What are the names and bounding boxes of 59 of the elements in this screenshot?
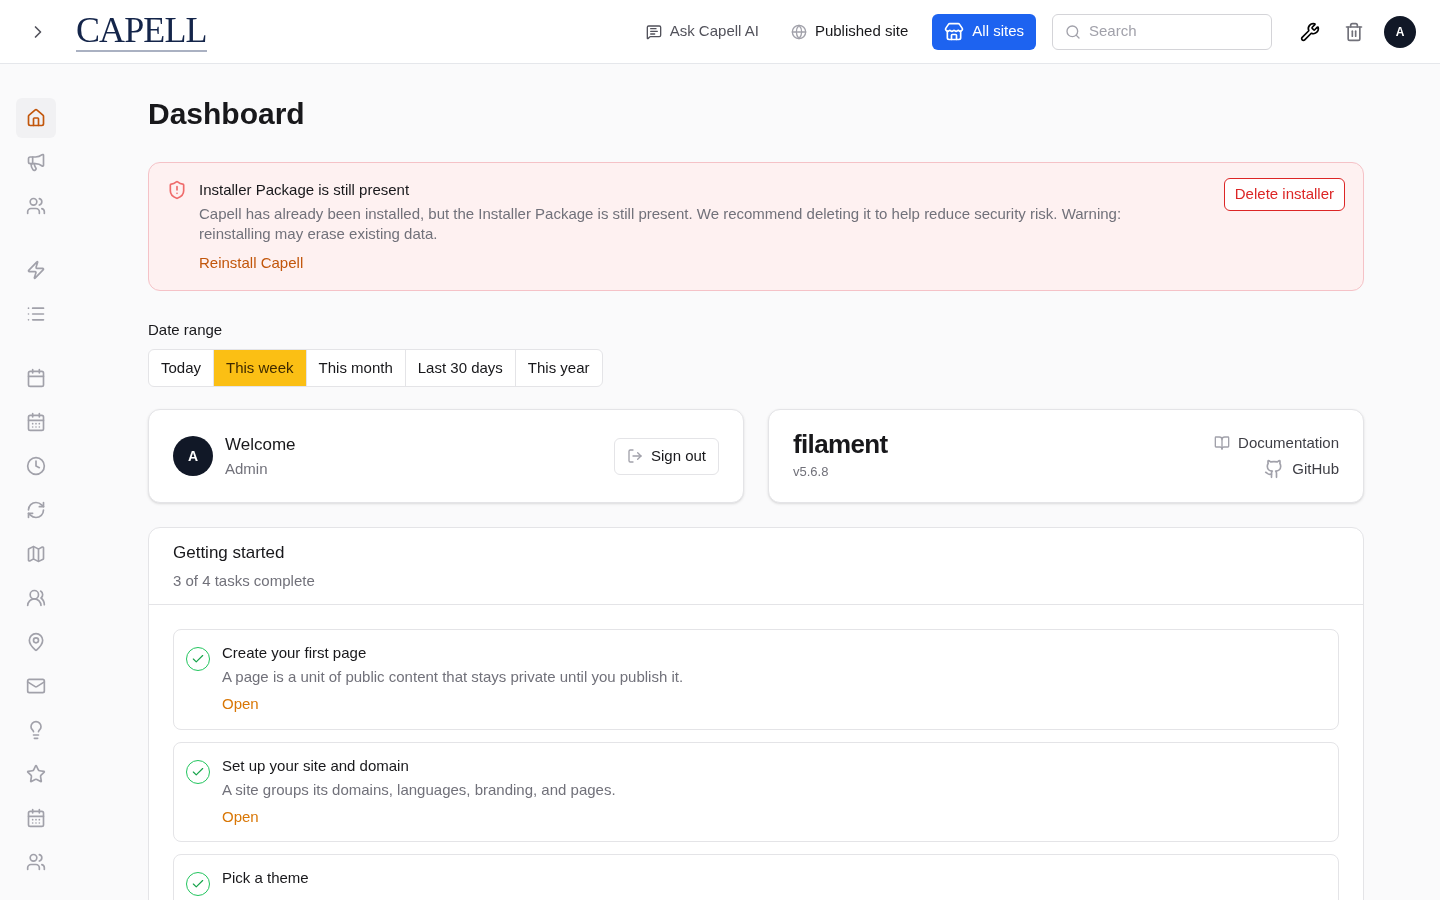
all-sites-button[interactable]: All sites bbox=[932, 13, 1036, 50]
megaphone-icon bbox=[26, 152, 46, 172]
calendar-grid-icon bbox=[26, 412, 46, 432]
task-title: Create your first page bbox=[222, 643, 368, 663]
alert-message: Capell has already been installed, but the Installer Package is still present. We recommend deleting it to help reduce security risk. Warning: reinstalling may erase existing data. bbox=[199, 204, 1123, 244]
users-icon bbox=[26, 852, 46, 872]
globe-icon bbox=[790, 23, 807, 40]
task-title: Set up your site and domain bbox=[222, 755, 410, 776]
documentation-link[interactable]: Documentation bbox=[1214, 431, 1339, 454]
ask-ai-link[interactable]: Ask Capell AI bbox=[645, 20, 759, 43]
group-icon bbox=[26, 588, 46, 608]
github-link[interactable]: GitHub bbox=[1264, 458, 1339, 481]
book-icon bbox=[1214, 434, 1231, 451]
tools-icon bbox=[1300, 21, 1320, 42]
sign-out-button[interactable]: Sign out bbox=[613, 437, 719, 475]
user-avatar: A bbox=[173, 436, 213, 476]
user-role: Admin bbox=[225, 458, 269, 479]
calendar-icon bbox=[26, 368, 46, 388]
search-input[interactable]: Search bbox=[1089, 20, 1259, 43]
date-range-tab[interactable]: This year bbox=[514, 350, 602, 386]
search-field[interactable]: Search bbox=[1052, 13, 1272, 50]
store-icon bbox=[944, 21, 965, 42]
star-icon bbox=[26, 764, 46, 784]
refresh-icon bbox=[26, 500, 46, 520]
search-icon bbox=[1065, 23, 1081, 40]
task-description: A page is a unit of public content that stays private until you publish it. bbox=[222, 667, 684, 687]
clock-icon bbox=[26, 456, 46, 476]
progress-text: 3 of 4 tasks complete bbox=[173, 570, 316, 591]
task-description: A site groups its domains, languages, branding, and pages. bbox=[222, 779, 616, 800]
reinstall-link[interactable]: Reinstall Capell bbox=[199, 252, 304, 275]
trash-icon bbox=[1344, 21, 1364, 42]
filament-logo: filament bbox=[793, 430, 889, 459]
map-pin-icon bbox=[26, 632, 46, 652]
map-icon bbox=[26, 544, 46, 564]
section-title: Getting started bbox=[173, 542, 286, 564]
chat-icon bbox=[645, 23, 662, 40]
shield-alert-icon bbox=[167, 180, 187, 200]
date-range-tab[interactable]: This week bbox=[213, 350, 306, 386]
calendar-grid-icon bbox=[26, 808, 46, 828]
date-range-tab[interactable]: Today bbox=[149, 350, 214, 386]
welcome-title: Welcome bbox=[225, 434, 297, 456]
date-range-tab[interactable]: Last 30 days bbox=[404, 350, 515, 386]
published-site-link[interactable]: Published site bbox=[790, 20, 909, 43]
delete-installer-button[interactable]: Delete installer bbox=[1223, 178, 1345, 211]
users-icon bbox=[26, 196, 46, 216]
home-icon bbox=[26, 108, 46, 128]
logo[interactable]: CAPELL bbox=[76, 11, 207, 52]
sign-out-icon bbox=[626, 448, 643, 464]
list-icon bbox=[26, 304, 46, 324]
date-range-tab[interactable]: This month bbox=[305, 350, 405, 386]
mail-icon bbox=[26, 676, 46, 696]
page-title: Dashboard bbox=[148, 96, 306, 132]
sidebar-item[interactable] bbox=[16, 98, 56, 138]
lightning-icon bbox=[26, 260, 46, 280]
user-avatar[interactable]: A bbox=[1384, 15, 1416, 48]
task-title: Pick a theme bbox=[222, 868, 309, 888]
version-text: v5.6.8 bbox=[793, 463, 830, 482]
date-range-label: Date range bbox=[148, 319, 224, 340]
alert-title: Installer Package is still present bbox=[199, 180, 411, 200]
